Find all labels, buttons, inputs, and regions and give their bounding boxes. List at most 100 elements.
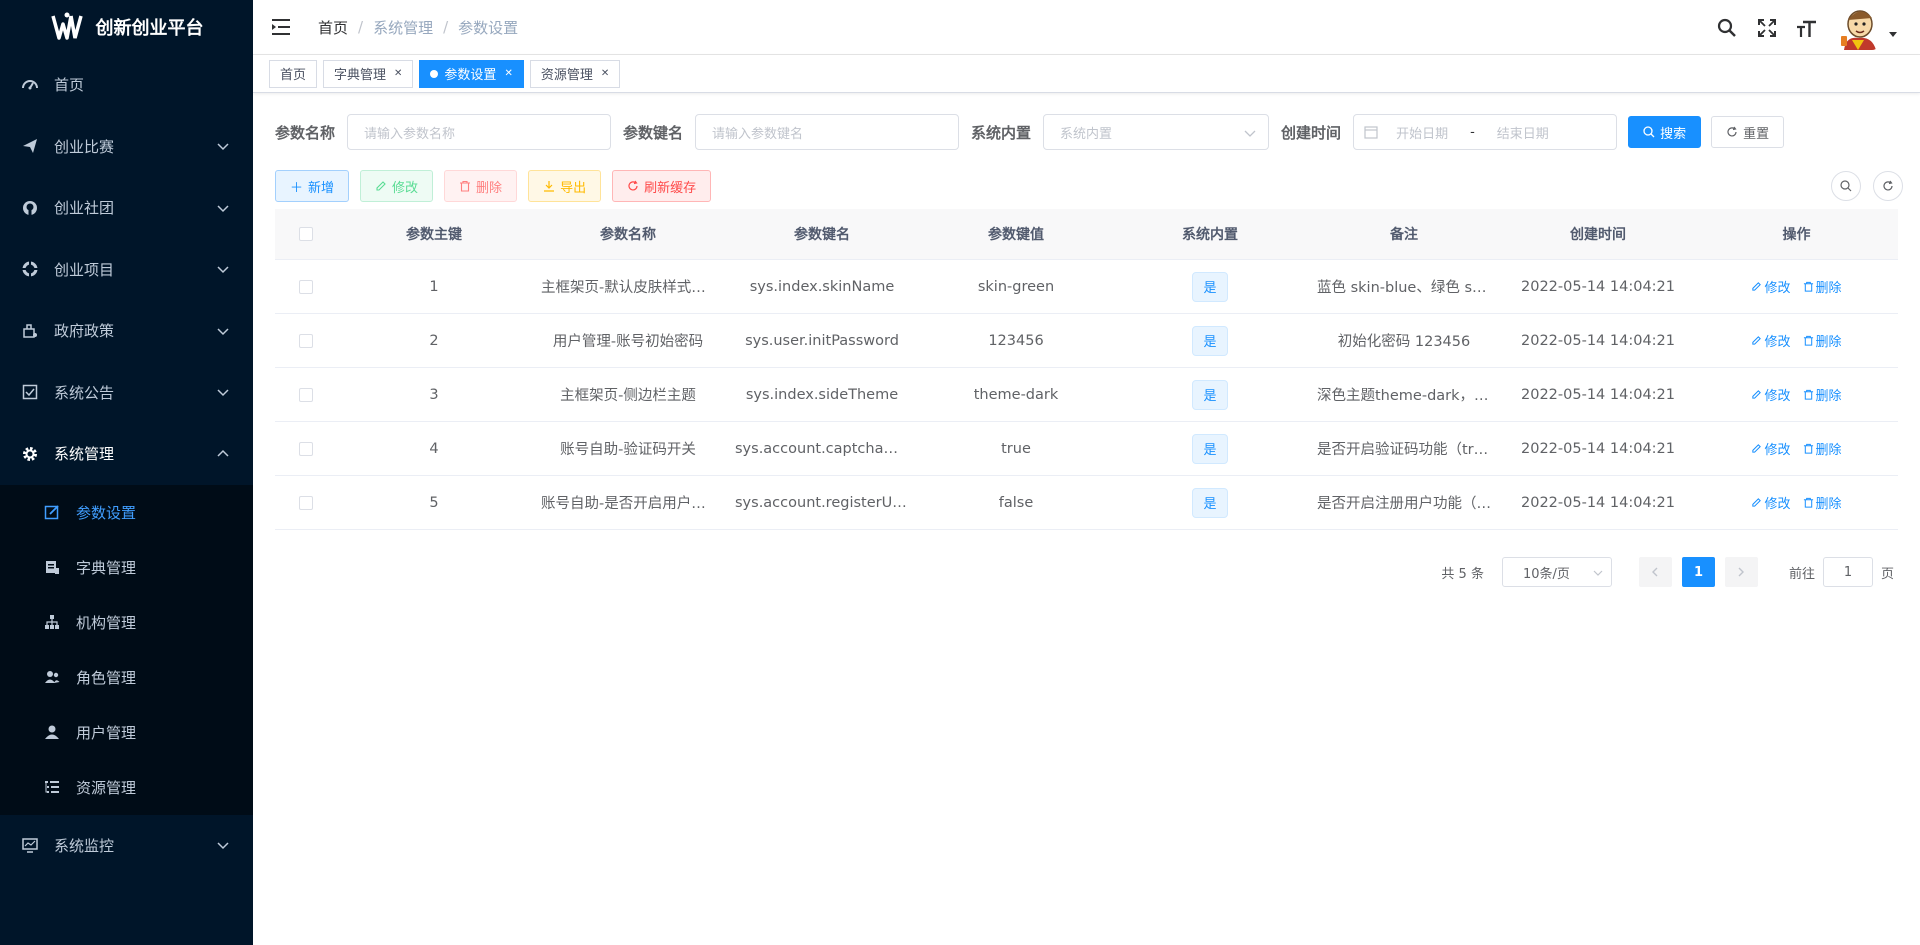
page-size-select[interactable]: 10条/页 <box>1501 557 1612 587</box>
tab-label: 资源管理 <box>540 68 593 83</box>
row-checkbox[interactable] <box>299 333 313 348</box>
page-number[interactable]: 1 <box>1681 557 1715 587</box>
row-checkbox[interactable] <box>299 387 313 402</box>
button-label: 导出 <box>560 179 587 195</box>
placeholder: 请输入参数名称 <box>364 126 456 142</box>
cell-time: 2022-05-14 14:04:21 <box>1521 440 1675 457</box>
cell-id: 1 <box>429 278 439 295</box>
cell-value: 123456 <box>988 332 1044 349</box>
edit-icon <box>1752 336 1762 345</box>
sidebar-item-user[interactable]: 用户管理 <box>0 705 253 760</box>
sidebar-item-menu[interactable]: 资源管理 <box>0 760 253 815</box>
row-checkbox[interactable] <box>299 495 313 510</box>
calendar-icon <box>1364 126 1378 139</box>
tab-menu[interactable]: 资源管理 ✕ <box>529 59 621 88</box>
close-icon[interactable]: ✕ <box>601 68 609 79</box>
search-button[interactable]: 搜索 <box>1628 116 1702 148</box>
reset-button[interactable]: 重置 <box>1711 116 1785 148</box>
trash-icon <box>1803 281 1813 292</box>
sidebar-item-label: 机构管理 <box>76 613 137 632</box>
sidebar-item-notice[interactable]: 系统公告 <box>0 362 253 424</box>
sidebar-item-dict[interactable]: 字典管理 <box>0 540 253 595</box>
builtin-tag: 是 <box>1192 325 1228 356</box>
avatar[interactable] <box>1836 5 1880 50</box>
search-icon[interactable] <box>1716 17 1738 39</box>
config-type-select[interactable]: 系统内置 <box>1043 114 1270 150</box>
sidebar-item-label: 首页 <box>54 76 85 95</box>
delete-button[interactable]: 删除 <box>444 170 518 202</box>
chevron-down-icon <box>217 143 229 151</box>
logo[interactable]: 创新创业平台 <box>0 0 253 54</box>
sidebar-item-monitor[interactable]: 系统监控 <box>0 815 253 877</box>
row-edit-button[interactable]: 修改 <box>1751 385 1791 404</box>
breadcrumb-separator: / <box>358 18 364 36</box>
sidebar-item-role[interactable]: 角色管理 <box>0 650 253 705</box>
toggle-search-button[interactable] <box>1831 171 1861 201</box>
hamburger-icon[interactable] <box>271 16 293 38</box>
add-button[interactable]: ＋ 新增 <box>275 170 350 202</box>
sidebar-item-config[interactable]: 参数设置 <box>0 485 253 540</box>
button-label: 搜索 <box>1660 125 1687 141</box>
export-button[interactable]: 导出 <box>528 170 602 202</box>
sidebar-item-home[interactable]: 首页 <box>0 54 253 116</box>
next-page-button[interactable] <box>1724 557 1758 587</box>
caret-down-icon[interactable] <box>1888 29 1898 39</box>
sidebar-item-policy[interactable]: 政府政策 <box>0 300 253 362</box>
config-name-input[interactable]: 请输入参数名称 <box>347 114 612 150</box>
tab-home[interactable]: 首页 <box>269 59 318 88</box>
op-label: 修改 <box>1764 335 1791 350</box>
column-header: 系统内置 <box>1182 227 1238 243</box>
edit-icon <box>1752 390 1762 399</box>
sidebar-item-label: 系统公告 <box>54 383 115 402</box>
builtin-tag: 是 <box>1192 379 1228 410</box>
row-delete-button[interactable]: 删除 <box>1803 385 1842 404</box>
breadcrumb-item[interactable]: 首页 <box>318 17 348 38</box>
edit-icon <box>1752 282 1762 291</box>
toolbar: ＋ 新增 修改 删除 导出 刷新缓存 <box>275 170 712 202</box>
placeholder: 请输入参数键名 <box>712 126 804 142</box>
row-checkbox[interactable] <box>299 441 313 456</box>
cell-remark: 初始化密码 123456 <box>1337 334 1471 350</box>
row-edit-button[interactable]: 修改 <box>1751 439 1791 458</box>
goto-input[interactable]: 1 <box>1822 557 1873 587</box>
cell-time: 2022-05-14 14:04:21 <box>1521 278 1675 295</box>
breadcrumb-item: 系统管理 <box>373 18 434 37</box>
sidebar-item-project[interactable]: 创业项目 <box>0 239 253 301</box>
row-checkbox[interactable] <box>299 279 313 294</box>
row-delete-button[interactable]: 删除 <box>1803 277 1842 296</box>
date-range-picker[interactable]: 开始日期 - 结束日期 <box>1353 114 1618 150</box>
button-label: 重置 <box>1743 125 1770 141</box>
column-header: 参数主键 <box>406 227 462 243</box>
sidebar-item-competition[interactable]: 创业比赛 <box>0 116 253 178</box>
row-edit-button[interactable]: 修改 <box>1751 331 1791 350</box>
cell-time: 2022-05-14 14:04:21 <box>1521 332 1675 349</box>
sidebar-item-dept[interactable]: 机构管理 <box>0 595 253 650</box>
row-delete-button[interactable]: 删除 <box>1803 331 1842 350</box>
refresh-table-button[interactable] <box>1873 171 1903 201</box>
search-icon <box>1840 180 1852 192</box>
tab-config[interactable]: 参数设置 ✕ <box>419 59 524 88</box>
sidebar-item-label: 系统监控 <box>54 836 115 855</box>
cell-value: false <box>998 494 1034 511</box>
refresh-cache-button[interactable]: 刷新缓存 <box>612 170 712 202</box>
trash-icon <box>1803 389 1813 400</box>
fullscreen-icon[interactable] <box>1756 17 1778 39</box>
builtin-tag: 是 <box>1192 487 1228 518</box>
config-key-input[interactable]: 请输入参数键名 <box>695 114 960 150</box>
tab-dict[interactable]: 字典管理 ✕ <box>323 59 414 88</box>
row-edit-button[interactable]: 修改 <box>1751 493 1791 512</box>
close-icon[interactable]: ✕ <box>394 68 402 79</box>
cell-name: 用户管理-账号初始密码 <box>552 334 704 350</box>
edit-button[interactable]: 修改 <box>360 170 434 202</box>
row-edit-button[interactable]: 修改 <box>1751 277 1791 296</box>
sidebar-item-system[interactable]: 系统管理 <box>0 423 253 485</box>
close-icon[interactable]: ✕ <box>504 68 512 79</box>
select-all-checkbox[interactable] <box>299 227 313 241</box>
row-delete-button[interactable]: 删除 <box>1803 439 1842 458</box>
chevron-down-icon <box>217 205 229 212</box>
tab-label: 参数设置 <box>444 68 497 83</box>
row-delete-button[interactable]: 删除 <box>1803 493 1842 512</box>
prev-page-button[interactable] <box>1638 557 1672 587</box>
font-size-icon[interactable] <box>1796 17 1818 39</box>
sidebar-item-club[interactable]: 创业社团 <box>0 177 253 239</box>
